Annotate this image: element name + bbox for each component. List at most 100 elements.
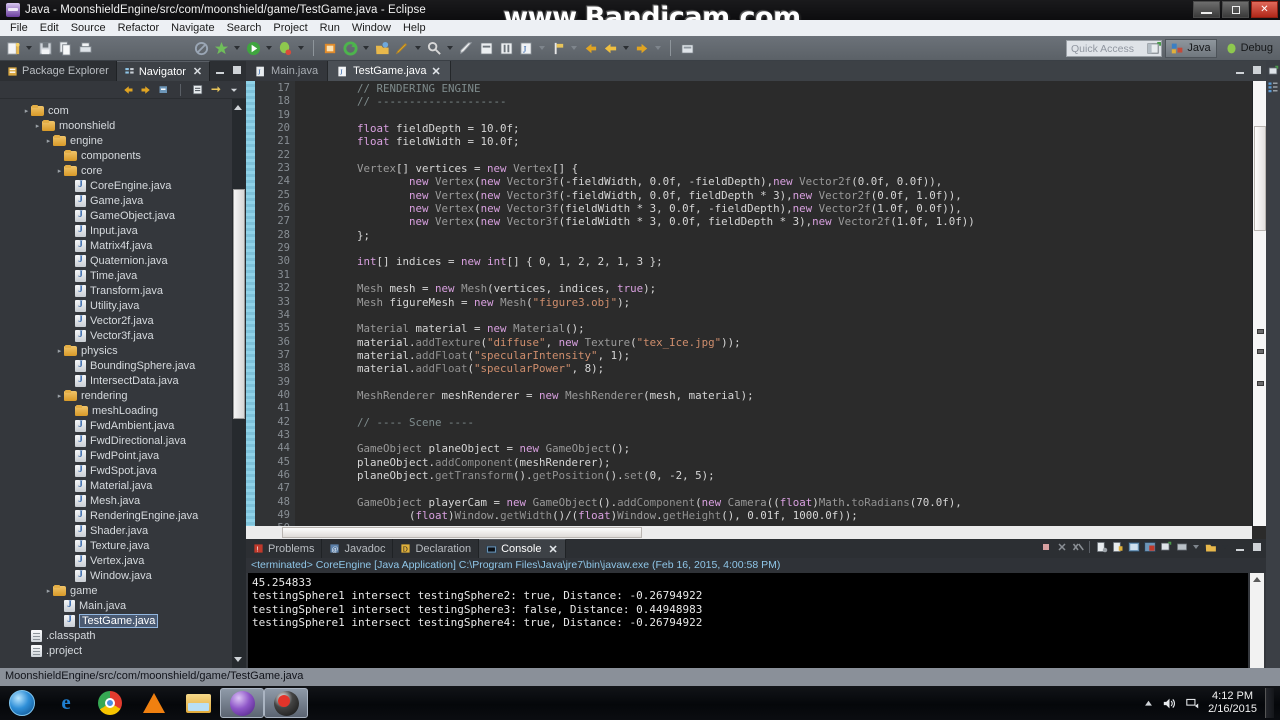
tree-item[interactable]: Input.java [0, 223, 232, 238]
tree-item[interactable]: RenderingEngine.java [0, 508, 232, 523]
refresh-dropdown-icon[interactable] [363, 46, 369, 50]
clock[interactable]: 4:12 PM 2/16/2015 [1208, 690, 1257, 716]
tree-item[interactable]: GameObject.java [0, 208, 232, 223]
tree-item[interactable]: Shader.java [0, 523, 232, 538]
editor-minimize-icon[interactable] [1233, 63, 1247, 77]
scroll-up-icon[interactable] [234, 105, 242, 110]
editor-tab-testgame[interactable]: J TestGame.java ✕ [328, 61, 451, 81]
prev-edit-dropdown-icon[interactable] [623, 46, 629, 50]
start-orb-icon[interactable] [0, 688, 44, 718]
toggle-markoccur-icon[interactable] [497, 39, 515, 57]
tree-item[interactable]: FwdPoint.java [0, 448, 232, 463]
tab-console[interactable]: Console ✕ [479, 539, 566, 558]
menu-navigate[interactable]: Navigate [165, 21, 220, 35]
tree-expand-arrow-icon[interactable]: ▸ [44, 587, 53, 595]
source-code[interactable]: // RENDERING ENGINE // -----------------… [295, 81, 1266, 539]
console-scroll-up-icon[interactable] [1253, 577, 1261, 582]
tab-javadoc[interactable]: @ Javadoc [322, 539, 394, 558]
marker-icon[interactable] [457, 39, 475, 57]
tree-item[interactable]: FwdAmbient.java [0, 418, 232, 433]
tree-item[interactable]: meshLoading [0, 403, 232, 418]
menu-project[interactable]: Project [267, 21, 313, 35]
view-menu-icon[interactable] [191, 83, 204, 96]
console-minimize-icon[interactable] [1233, 540, 1247, 554]
outline-view-icon[interactable] [1267, 81, 1279, 93]
editor-scroll-thumb[interactable] [1254, 126, 1266, 231]
edit-dropdown-icon[interactable] [415, 46, 421, 50]
debug-dropdown-icon[interactable] [298, 46, 304, 50]
back-nav-icon[interactable] [121, 83, 134, 96]
editor-vertical-scrollbar[interactable] [1252, 81, 1266, 526]
show-desktop-button[interactable] [1265, 688, 1274, 718]
tab-navigator[interactable]: Navigator ✕ [116, 61, 211, 81]
tree-expand-arrow-icon[interactable]: ▸ [55, 167, 64, 175]
tree-item[interactable]: Matrix4f.java [0, 238, 232, 253]
open-resource-icon[interactable] [373, 39, 391, 57]
overview-marker[interactable] [1257, 349, 1264, 354]
tree-expand-arrow-icon[interactable]: ▸ [44, 137, 53, 145]
tree-item[interactable]: Transform.java [0, 283, 232, 298]
next-annotation-icon[interactable] [549, 39, 567, 57]
tree-item[interactable]: Main.java [0, 598, 232, 613]
tab-navigator-close-icon[interactable]: ✕ [193, 65, 202, 78]
save-icon[interactable] [36, 39, 54, 57]
editor-horizontal-scrollbar[interactable] [246, 526, 1252, 539]
google-chrome-icon[interactable] [88, 688, 132, 718]
tree-expand-arrow-icon[interactable]: ▸ [33, 122, 42, 130]
perspective-debug[interactable]: Debug [1220, 39, 1278, 58]
run-icon[interactable] [244, 39, 262, 57]
tree-item[interactable]: ▸ com [0, 103, 232, 118]
tree-item[interactable]: Vector2f.java [0, 313, 232, 328]
editor-hscroll-thumb[interactable] [282, 527, 642, 538]
debug-icon[interactable] [276, 39, 294, 57]
new-java-dropdown-icon[interactable] [234, 46, 240, 50]
back-arrow-icon[interactable] [581, 39, 599, 57]
tree-item[interactable]: Mesh.java [0, 493, 232, 508]
print-icon[interactable] [76, 39, 94, 57]
search-dropdown-icon[interactable] [447, 46, 453, 50]
new-icon[interactable] [4, 39, 22, 57]
menu-file[interactable]: File [4, 21, 34, 35]
new-dropdown-icon[interactable] [26, 46, 32, 50]
new-class-icon[interactable] [321, 39, 339, 57]
tree-item[interactable]: .project [0, 643, 232, 658]
prev-edit-icon[interactable] [601, 39, 619, 57]
view-minimize-icon[interactable] [213, 63, 227, 77]
menu-run[interactable]: Run [314, 21, 346, 35]
overview-marker[interactable] [1257, 381, 1264, 386]
editor-tab-close-icon[interactable]: ✕ [431, 65, 440, 78]
close-button[interactable]: ✕ [1251, 1, 1278, 18]
open-console-icon[interactable] [1204, 541, 1217, 554]
view-maximize-icon[interactable] [230, 63, 244, 77]
new-java-project-icon[interactable] [212, 39, 230, 57]
search-icon[interactable] [425, 39, 443, 57]
tab-declaration[interactable]: D Declaration [393, 539, 480, 558]
external-tools-icon[interactable] [678, 39, 696, 57]
tree-item[interactable]: Game.java [0, 193, 232, 208]
maximize-button[interactable] [1222, 1, 1249, 18]
tree-item[interactable]: Window.java [0, 568, 232, 583]
tree-item[interactable]: .classpath [0, 628, 232, 643]
tree-item[interactable]: Utility.java [0, 298, 232, 313]
tree-item[interactable]: IntersectData.java [0, 373, 232, 388]
internet-explorer-icon[interactable]: e [44, 688, 88, 718]
console-maximize-icon[interactable] [1250, 540, 1264, 554]
menu-edit[interactable]: Edit [34, 21, 65, 35]
vlc-media-player-icon[interactable] [132, 688, 176, 718]
tree-item[interactable]: BoundingSphere.java [0, 358, 232, 373]
refresh-icon[interactable] [341, 39, 359, 57]
overview-marker[interactable] [1257, 329, 1264, 334]
tree-item[interactable]: ▸ core [0, 163, 232, 178]
file-tree[interactable]: ▸ com ▸ moonshield ▸ engine components ▸ core Cor… [0, 99, 232, 668]
editor-tab-main[interactable]: J Main.java [246, 61, 329, 81]
link-with-editor-icon[interactable] [209, 83, 222, 96]
tree-item[interactable]: ▸ moonshield [0, 118, 232, 133]
tree-expand-arrow-icon[interactable]: ▸ [55, 392, 64, 400]
tree-item[interactable]: CoreEngine.java [0, 178, 232, 193]
collapse-all-icon[interactable] [157, 83, 170, 96]
show-console-on-error-icon[interactable] [1143, 541, 1156, 554]
edit-pencil-icon[interactable] [393, 39, 411, 57]
show-hidden-icons-icon[interactable] [1143, 698, 1154, 709]
menu-search[interactable]: Search [221, 21, 268, 35]
network-icon[interactable] [1185, 697, 1200, 710]
